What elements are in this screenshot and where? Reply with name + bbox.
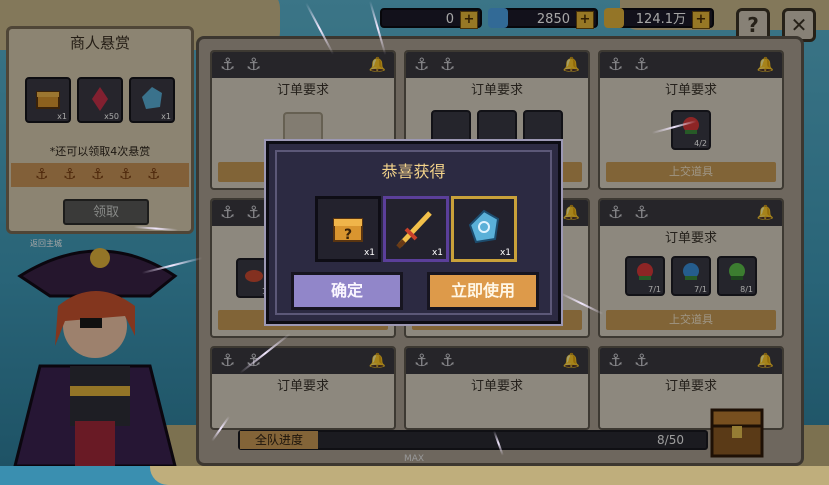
confirm-button[interactable]: 确定 [291, 272, 403, 310]
reward-count: x1 [363, 248, 375, 258]
reward-slot[interactable]: ? x1 [315, 196, 381, 262]
reward-count: x1 [431, 248, 443, 258]
reward-slot[interactable]: x1 [451, 196, 517, 262]
reward-dialog-title: 恭喜获得 [381, 162, 446, 181]
reward-slot[interactable]: x1 [383, 196, 449, 262]
use-now-button[interactable]: 立即使用 [427, 272, 539, 310]
reward-dialog: 恭喜获得 ? x1 x1 x1 确定 立即使用 [264, 139, 563, 326]
reward-count: x1 [499, 248, 511, 258]
svg-text:?: ? [344, 227, 352, 243]
